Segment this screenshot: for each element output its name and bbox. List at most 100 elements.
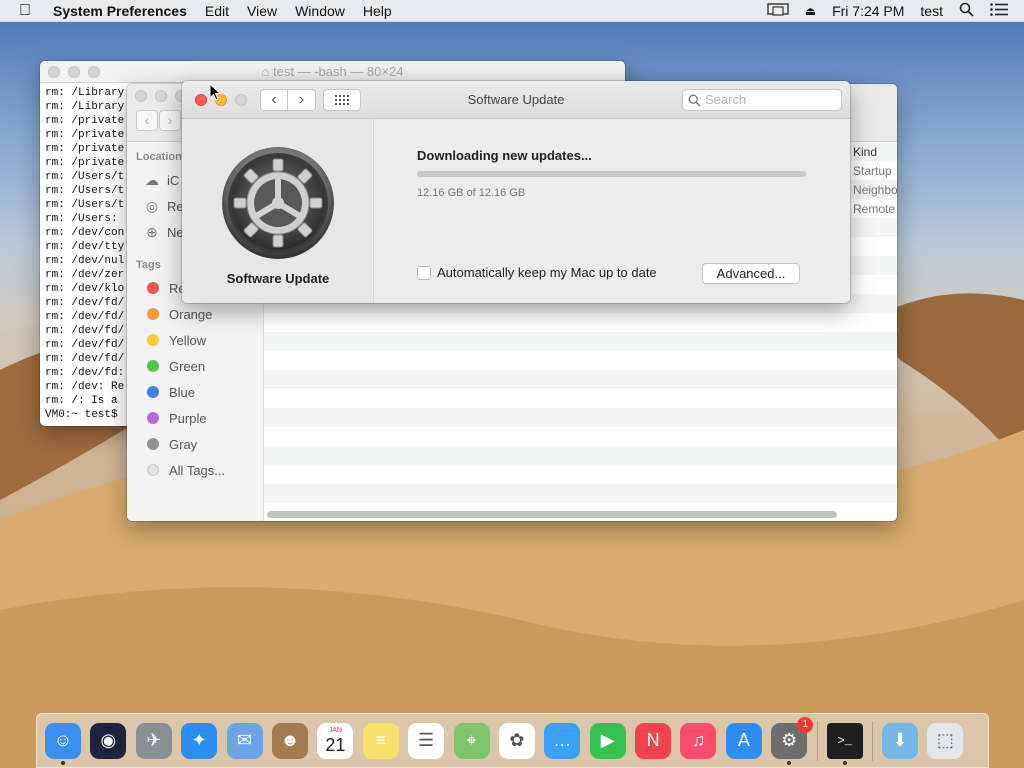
music-icon[interactable]: ♫ (680, 722, 717, 759)
tag-color-icon (147, 464, 159, 476)
terminal-title: ⌂ test — -bash — 80×24 (40, 61, 625, 83)
sidebar-tag-item[interactable]: Green (127, 353, 263, 379)
show-all-button[interactable] (323, 89, 361, 111)
menu-user[interactable]: test (920, 3, 943, 19)
downloads-folder-icon[interactable]: ⬇ (882, 722, 919, 759)
siri-icon[interactable]: ◉ (90, 722, 127, 759)
table-row[interactable] (264, 332, 897, 351)
calendar-month: JAN (328, 727, 342, 734)
menu-app-name[interactable]: System Preferences (53, 3, 187, 19)
terminal-close-button[interactable] (48, 66, 60, 78)
table-row[interactable] (264, 351, 897, 370)
contacts-icon[interactable]: ☻ (271, 722, 308, 759)
table-row[interactable] (264, 389, 897, 408)
airplay-display-icon[interactable] (767, 2, 789, 20)
mouse-cursor-icon (209, 83, 221, 101)
software-update-sidebar: Software Update (182, 119, 374, 303)
sidebar-tag-item[interactable]: Gray (127, 431, 263, 457)
search-placeholder: Search (705, 92, 747, 107)
system-preferences-icon[interactable]: ⚙ 1 (771, 716, 814, 765)
reminders-icon[interactable]: ☰ (408, 722, 445, 759)
auto-update-checkbox[interactable] (417, 265, 431, 280)
nav-buttons: ‹ › (260, 89, 316, 111)
sidebar-tag-item[interactable]: Orange (127, 301, 263, 327)
zoom-button[interactable] (235, 94, 247, 106)
maps-icon[interactable]: ⌖ (453, 722, 490, 759)
table-row[interactable] (264, 427, 897, 446)
finder-icon[interactable]: ☺ (45, 722, 81, 765)
tag-color-icon (147, 334, 159, 346)
menu-view[interactable]: View (247, 3, 277, 19)
trash-icon[interactable]: ⬚ (927, 722, 964, 759)
advanced-button[interactable]: Advanced... (702, 263, 800, 284)
sidebar-item-label: Orange (169, 306, 213, 322)
window-controls[interactable] (195, 94, 247, 106)
facetime-icon[interactable]: ▶ (589, 722, 626, 759)
forward-button[interactable]: › (288, 89, 316, 111)
terminal-zoom-button[interactable] (88, 66, 100, 78)
auto-update-label[interactable]: Automatically keep my Mac up to date (437, 265, 657, 280)
sidebar-item-label: Yellow (169, 332, 207, 348)
menu-edit[interactable]: Edit (205, 3, 229, 19)
search-icon (688, 90, 701, 113)
sidebar-tag-item[interactable]: Purple (127, 405, 263, 431)
download-size-text: 12.16 GB of 12.16 GB (417, 187, 526, 199)
sidebar-tag-item[interactable]: Blue (127, 379, 263, 405)
finder-window-controls[interactable] (135, 90, 187, 102)
notification-center-icon[interactable] (990, 3, 1008, 19)
kind-column-header[interactable]: Kind (851, 142, 897, 162)
finder-horizontal-scrollbar[interactable] (267, 511, 837, 518)
mail-icon[interactable]: ✉ (226, 722, 263, 759)
table-row[interactable] (264, 465, 897, 484)
launchpad-icon[interactable]: ✈ (135, 722, 172, 759)
messages-icon[interactable]: … (544, 722, 581, 759)
table-row[interactable] (264, 313, 897, 332)
tag-color-icon (147, 360, 159, 372)
terminal-window-controls[interactable] (48, 66, 100, 78)
menu-window[interactable]: Window (295, 3, 345, 19)
progress-fill (417, 171, 806, 177)
pane-label: Software Update (226, 271, 330, 286)
sidebar-item-label: Gray (169, 436, 198, 452)
terminal-minimize-button[interactable] (68, 66, 80, 78)
photos-icon[interactable]: ✿ (498, 722, 535, 759)
menu-bar:  System Preferences Edit View Window He… (0, 0, 1024, 22)
notes-icon[interactable]: ≡ (362, 722, 399, 759)
dock-separator (872, 720, 874, 761)
eject-icon[interactable]: ⏏ (805, 4, 816, 18)
table-row[interactable] (264, 370, 897, 389)
apple-menu-icon[interactable]:  (19, 2, 37, 20)
app-store-icon[interactable]: A (725, 722, 762, 759)
table-row[interactable] (264, 408, 897, 427)
close-button[interactable] (195, 94, 207, 106)
terminal-icon[interactable]: >_ (826, 722, 863, 765)
tag-color-icon (147, 282, 159, 294)
news-icon[interactable]: N (635, 722, 672, 759)
finder-close-button[interactable] (135, 90, 147, 102)
dock-separator (816, 720, 818, 761)
menu-clock[interactable]: Fri 7:24 PM (832, 3, 904, 19)
menu-help[interactable]: Help (363, 3, 392, 19)
finder-forward-button[interactable]: › (159, 110, 181, 131)
software-update-window[interactable]: Software Update ‹ › Search Software Upda… (182, 81, 850, 303)
sidebar-tag-item[interactable]: All Tags... (127, 457, 263, 483)
tag-color-icon (147, 412, 159, 424)
safari-icon[interactable]: ✦ (181, 722, 218, 759)
search-field[interactable]: Search (682, 89, 842, 111)
finder-minimize-button[interactable] (155, 90, 167, 102)
kind-cell: Remote (853, 202, 896, 216)
auto-update-option[interactable]: Automatically keep my Mac up to date (417, 265, 657, 280)
grid-icon (335, 95, 349, 105)
tag-color-icon (147, 386, 159, 398)
software-update-gear-icon (222, 147, 334, 259)
sidebar-tag-item[interactable]: Yellow (127, 327, 263, 353)
sidebar-item-label: iC (167, 172, 180, 188)
calendar-icon[interactable]: JAN 21 (317, 722, 354, 759)
table-row[interactable] (264, 484, 897, 503)
back-button[interactable]: ‹ (260, 89, 288, 111)
finder-back-button[interactable]: ‹ (136, 110, 158, 131)
sidebar-item-label: Blue (169, 384, 196, 400)
spotlight-search-icon[interactable] (959, 2, 974, 20)
chevron-left-icon: ‹ (271, 91, 277, 108)
table-row[interactable] (264, 446, 897, 465)
